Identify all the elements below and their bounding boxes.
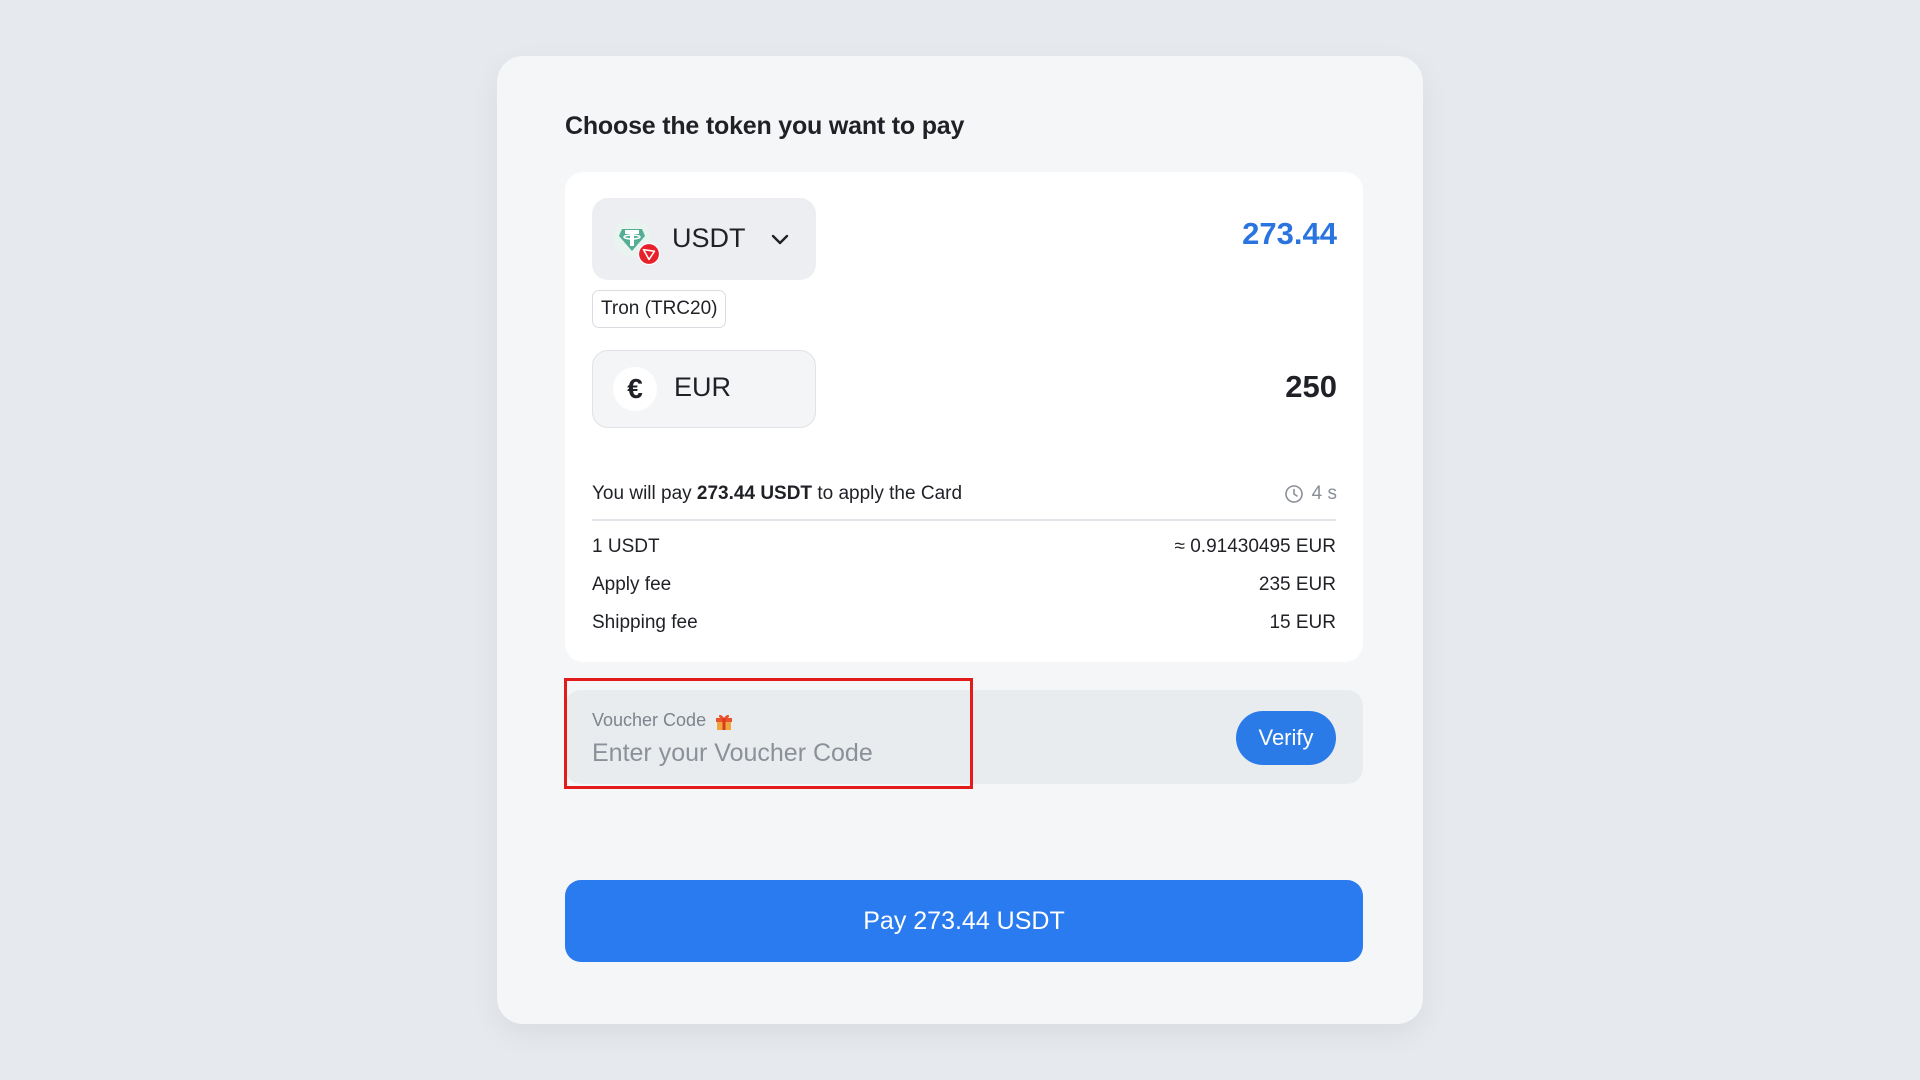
- shipping-fee-row: Shipping fee 15 EUR: [592, 612, 1336, 634]
- row-label: Shipping fee: [592, 612, 698, 633]
- fiat-currency-field: € EUR: [592, 350, 816, 428]
- voucher-input[interactable]: [592, 736, 972, 770]
- apply-fee-row: Apply fee 235 EUR: [592, 574, 1336, 596]
- summary-prefix: You will pay: [592, 483, 697, 504]
- voucher-label-text: Voucher Code: [592, 710, 707, 730]
- summary-suffix: to apply the Card: [812, 483, 963, 504]
- quote-timer: 4 s: [1284, 483, 1337, 505]
- divider: [592, 519, 1336, 521]
- token-selector[interactable]: USDT: [592, 198, 816, 280]
- summary-amount: 273.44 USDT: [696, 483, 813, 504]
- row-value: 15 EUR: [1269, 612, 1336, 633]
- euro-icon: €: [613, 367, 657, 411]
- token-amount: 273.44: [1242, 216, 1337, 251]
- payment-card: Choose the token you want to pay USDT Tr…: [497, 56, 1423, 1024]
- timer-value: 4 s: [1311, 483, 1337, 504]
- gift-icon: [716, 714, 733, 730]
- clock-icon: [1284, 485, 1303, 503]
- page-title: Choose the token you want to pay: [565, 112, 965, 140]
- row-label: 1 USDT: [592, 536, 660, 557]
- tron-icon: [638, 243, 660, 265]
- chevron-down-icon: [771, 234, 789, 245]
- row-value: 235 EUR: [1258, 574, 1336, 595]
- voucher-section: Voucher Code Verify: [565, 690, 1363, 784]
- rate-row: 1 USDT ≈ 0.91430495 EUR: [592, 536, 1336, 558]
- token-symbol: USDT: [672, 223, 746, 253]
- pay-button[interactable]: Pay 273.44 USDT: [565, 880, 1363, 962]
- conversion-panel: USDT Tron (TRC20) 273.44 € EUR 250 You w…: [565, 172, 1363, 662]
- payment-summary: You will pay 273.44 USDT to apply the Ca…: [592, 483, 962, 505]
- network-badge: Tron (TRC20): [592, 290, 727, 328]
- fiat-symbol: EUR: [674, 372, 732, 402]
- row-value: ≈ 0.91430495 EUR: [1174, 536, 1336, 557]
- fiat-amount: 250: [1285, 369, 1337, 404]
- row-label: Apply fee: [592, 574, 672, 595]
- voucher-label: Voucher Code: [592, 710, 734, 731]
- verify-button[interactable]: Verify: [1236, 711, 1336, 765]
